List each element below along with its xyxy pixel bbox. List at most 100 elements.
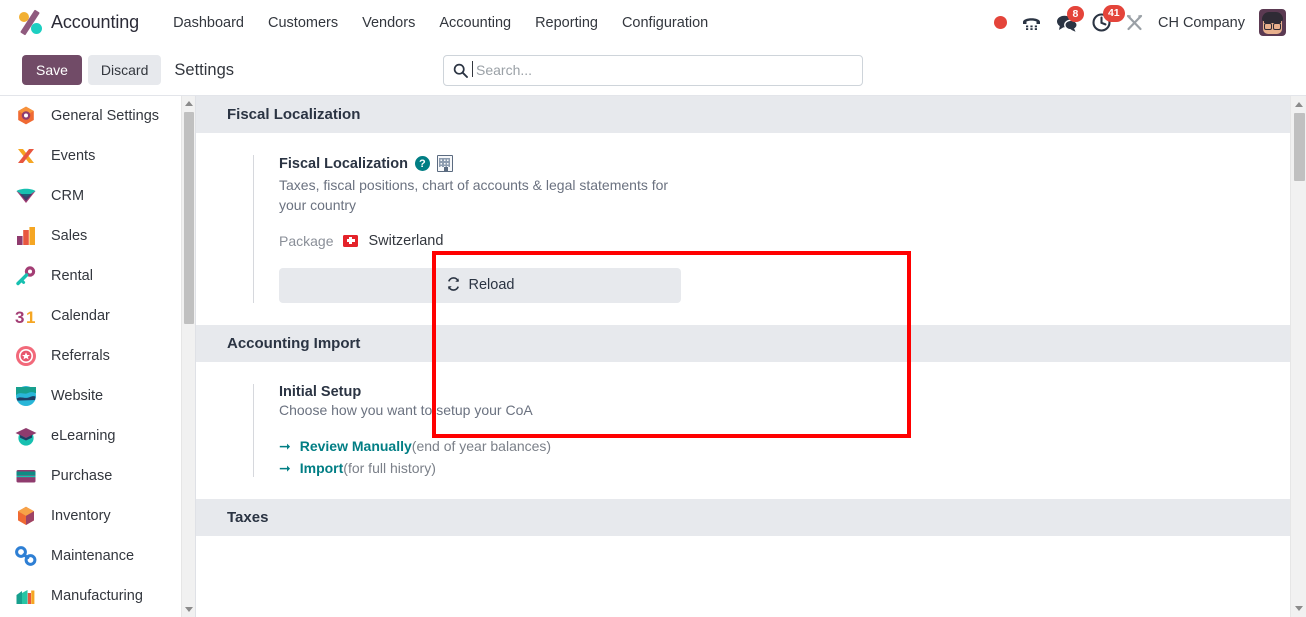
chat-bubble-icon[interactable]: 8 — [1056, 5, 1084, 32]
scroll-down-arrow-icon[interactable] — [185, 607, 193, 612]
fiscal-localization-card: Fiscal Localization ? Taxes, fiscal posi… — [253, 155, 683, 303]
building-company-icon[interactable] — [436, 155, 453, 172]
sidebar-item-label: eLearning — [51, 428, 116, 444]
company-switcher[interactable]: CH Company — [1158, 15, 1245, 31]
review-manually-link[interactable]: Review Manually — [300, 438, 412, 454]
arrow-right-icon: ➞ — [279, 459, 291, 476]
sidebar-item-website[interactable]: Website — [0, 376, 181, 416]
search-input[interactable]: Search... — [443, 54, 863, 86]
app-body: General Settings Events CRM Sales Rental… — [0, 95, 1306, 617]
sidebar-item-label: General Settings — [51, 108, 160, 124]
odoo-logo-icon — [18, 9, 42, 35]
referrals-icon — [14, 344, 38, 368]
search-placeholder: Search... — [471, 61, 533, 78]
sidebar-scrollbar-thumb[interactable] — [184, 112, 194, 324]
initial-setup-description: Choose how you want to setup your CoA — [279, 401, 533, 418]
sidebar-item-rental[interactable]: Rental — [0, 256, 181, 296]
section-header-taxes: Taxes — [196, 498, 1290, 536]
initial-setup-card: Initial Setup Choose how you want to set… — [253, 383, 683, 477]
search-icon — [453, 63, 468, 78]
elearning-icon — [14, 424, 38, 448]
sidebar-item-label: Purchase — [51, 468, 113, 484]
menu-item-vendors[interactable]: Vendors — [350, 9, 427, 37]
section-header-accounting-import: Accounting Import — [196, 324, 1290, 362]
fiscal-localization-title: Fiscal Localization — [279, 155, 408, 172]
section-header-fiscal-localization: Fiscal Localization — [196, 96, 1290, 133]
red-status-dot-icon[interactable] — [993, 16, 1007, 29]
package-label: Package — [279, 232, 334, 249]
package-row: Package Switzerland — [279, 233, 683, 249]
sidebar-item-manufacturing[interactable]: Manufacturing — [0, 576, 181, 616]
sidebar-item-purchase[interactable]: Purchase — [0, 456, 181, 496]
sidebar-item-maintenance[interactable]: Maintenance — [0, 536, 181, 576]
clock-activity-icon[interactable]: 41 — [1092, 5, 1125, 32]
sidebar-item-elearning[interactable]: eLearning — [0, 416, 181, 456]
main-scrollport: Fiscal Localization Fiscal Localization … — [196, 96, 1290, 617]
main-scrollbar[interactable] — [1290, 96, 1306, 617]
menu-item-accounting[interactable]: Accounting — [427, 9, 523, 37]
reload-button-label: Reload — [468, 277, 515, 294]
card-title-row: Fiscal Localization ? — [279, 155, 683, 172]
scroll-down-arrow-icon[interactable] — [1295, 606, 1303, 611]
brand-name: Accounting — [51, 12, 140, 32]
package-value[interactable]: Switzerland — [368, 233, 443, 249]
rental-key-icon — [14, 264, 38, 288]
navbar-systray: 8 41 CH Company — [993, 5, 1296, 36]
crm-icon — [14, 184, 38, 208]
settings-sidebar: General Settings Events CRM Sales Rental… — [0, 96, 196, 617]
save-button[interactable]: Save — [22, 55, 82, 85]
reload-button[interactable]: Reload — [279, 267, 681, 303]
sidebar-item-inventory[interactable]: Inventory — [0, 496, 181, 536]
arrow-right-icon: ➞ — [279, 437, 291, 454]
svg-text:3: 3 — [15, 308, 24, 327]
sidebar-item-label: Inventory — [51, 508, 111, 524]
sidebar-item-referrals[interactable]: Referrals — [0, 336, 181, 376]
menu-item-customers[interactable]: Customers — [256, 9, 350, 37]
scroll-up-arrow-icon[interactable] — [185, 101, 193, 106]
messages-badge: 8 — [1066, 5, 1084, 22]
user-avatar-icon[interactable] — [1259, 9, 1286, 36]
sidebar-item-events[interactable]: Events — [0, 136, 181, 176]
sidebar-item-label: Maintenance — [51, 548, 135, 564]
fiscal-localization-description: Taxes, fiscal positions, chart of accoun… — [279, 177, 669, 214]
menu-item-configuration[interactable]: Configuration — [610, 9, 720, 37]
sales-icon — [14, 224, 38, 248]
help-question-icon[interactable]: ? — [414, 156, 430, 171]
sidebar-item-label: CRM — [51, 188, 85, 204]
scroll-up-arrow-icon[interactable] — [1295, 102, 1303, 107]
control-panel: Save Discard Settings Search... — [0, 45, 1306, 95]
refresh-icon — [446, 276, 461, 294]
sidebar-item-sales[interactable]: Sales — [0, 216, 181, 256]
tools-wrench-icon[interactable] — [1125, 13, 1144, 32]
events-icon — [14, 144, 38, 168]
sidebar-scrollbar[interactable] — [181, 96, 195, 617]
calendar-31-icon: 3 1 — [14, 304, 38, 328]
menu-item-reporting[interactable]: Reporting — [523, 9, 610, 37]
review-manually-note: (end of year balances) — [411, 437, 552, 454]
sidebar-item-crm[interactable]: CRM — [0, 176, 181, 216]
sidebar-item-label: Rental — [51, 268, 93, 284]
settings-main: Fiscal Localization Fiscal Localization … — [196, 96, 1306, 617]
link-row: ➞ Review Manually(end of year balances) — [279, 438, 683, 455]
brand-home-link[interactable]: Accounting — [10, 9, 140, 35]
import-link[interactable]: Import — [300, 460, 344, 476]
sidebar-item-label: Website — [51, 388, 104, 404]
main-scrollbar-thumb[interactable] — [1294, 113, 1305, 181]
section-body-accounting-import: Initial Setup Choose how you want to set… — [196, 362, 1290, 499]
website-icon — [14, 384, 38, 408]
sidebar-item-label: Calendar — [51, 308, 110, 324]
purchase-icon — [14, 464, 38, 488]
initial-setup-title: Initial Setup — [279, 383, 362, 400]
discard-button[interactable]: Discard — [87, 55, 162, 85]
sidebar-item-calendar[interactable]: 3 1 Calendar — [0, 296, 181, 336]
menu-item-dashboard[interactable]: Dashboard — [161, 9, 256, 37]
sidebar-item-label: Sales — [51, 228, 88, 244]
sidebar-item-general-settings[interactable]: General Settings — [0, 96, 181, 136]
top-navbar: Accounting Dashboard Customers Vendors A… — [0, 0, 1306, 45]
flag-switzerland-icon — [343, 234, 359, 247]
link-row: ➞ Import(for full history) — [279, 460, 683, 477]
phone-dialpad-icon[interactable] — [1021, 14, 1042, 32]
sidebar-item-label: Manufacturing — [51, 588, 143, 604]
section-body-fiscal-localization: Fiscal Localization ? Taxes, fiscal posi… — [196, 133, 1290, 325]
manufacturing-icon — [14, 584, 38, 608]
